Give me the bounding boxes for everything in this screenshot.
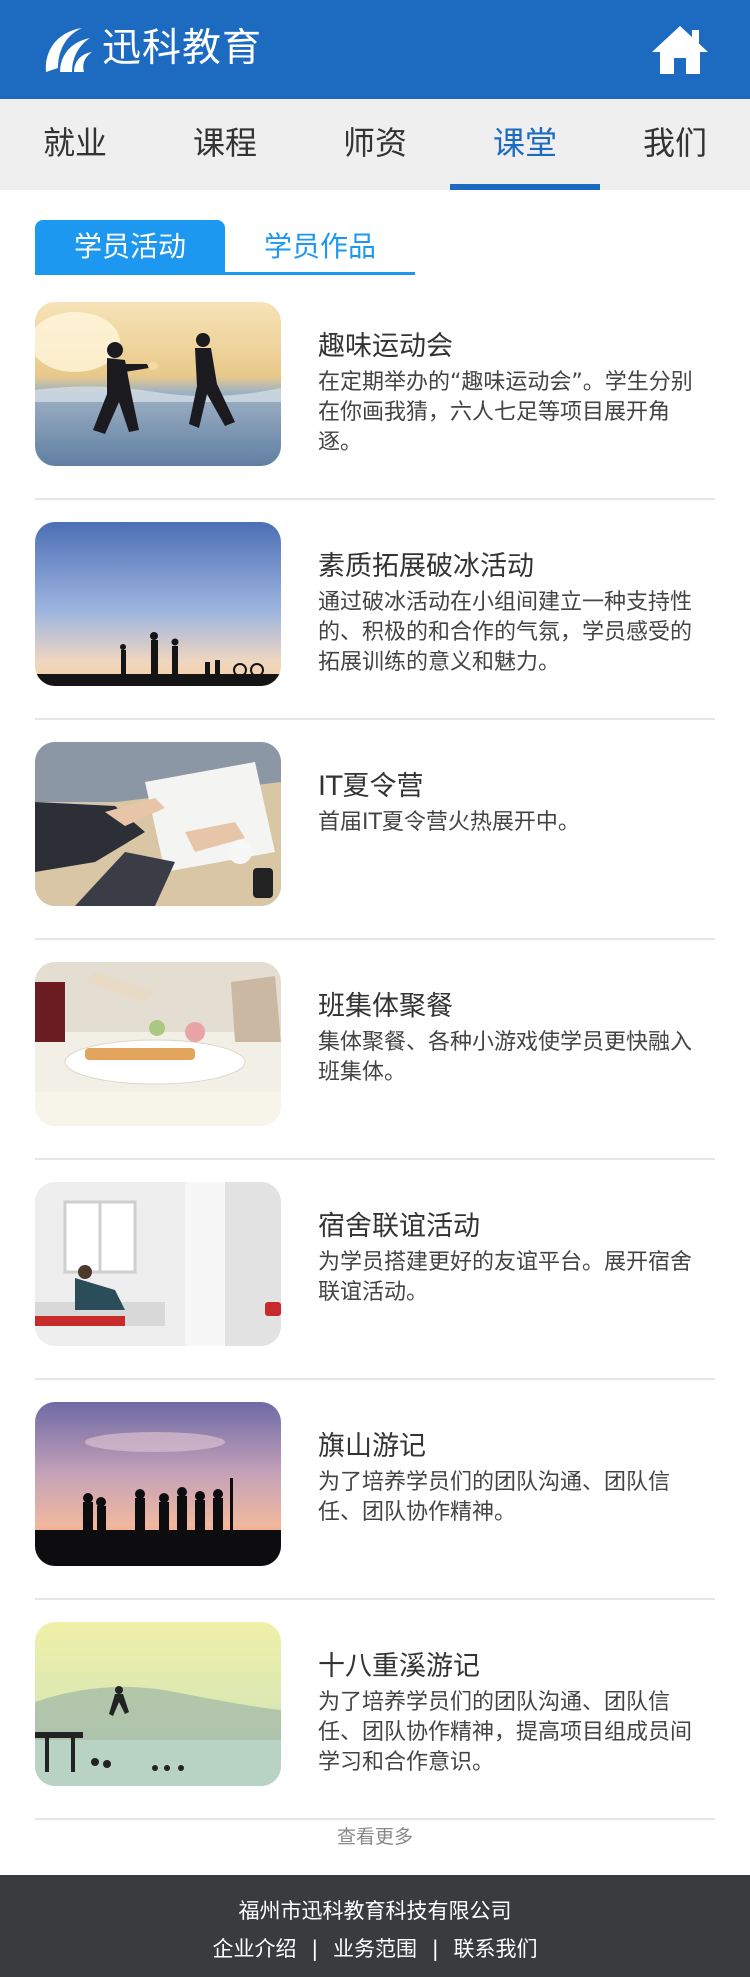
main-nav: 就业 课程 师资 课堂 我们 <box>0 99 750 190</box>
activity-thumbnail[interactable] <box>35 1402 281 1566</box>
nav-item-women[interactable]: 我们 <box>600 99 750 190</box>
app-header: 迅科教育 <box>0 0 750 99</box>
footer-separator: | <box>431 1937 439 1961</box>
activity-description: 通过破冰活动在小组间建立一种支持性的、积极的和合作的气氛，学员感受的拓展训练的意… <box>318 590 693 675</box>
activity-title[interactable]: 趣味运动会 <box>318 324 453 363</box>
list-item[interactable]: 趣味运动会 在定期举办的“趣味运动会”。学生分别在你画我猜，六人七足等项目展开角… <box>35 280 715 500</box>
activity-description: 首届IT夏令营火热展开中。 <box>318 810 580 835</box>
activity-title[interactable]: IT夏令营 <box>318 764 423 803</box>
list-item[interactable]: 素质拓展破冰活动 通过破冰活动在小组间建立一种支持性的、积极的和合作的气氛，学员… <box>35 500 715 720</box>
footer-links: 企业介绍 | 业务范围 | 联系我们 <box>0 1933 750 1963</box>
home-icon[interactable] <box>650 24 710 76</box>
footer-separator: | <box>311 1937 319 1961</box>
nav-item-ketang[interactable]: 课堂 <box>450 99 600 190</box>
swoosh-logo-icon[interactable] <box>38 22 92 76</box>
footer-link-services[interactable]: 业务范围 <box>333 1933 417 1963</box>
footer-link-contact[interactable]: 联系我们 <box>453 1933 537 1963</box>
activity-description: 集体聚餐、各种小游戏使学员更快融入班集体。 <box>318 1030 693 1085</box>
activity-description: 为了培养学员们的团队沟通、团队信任、团队协作精神。 <box>318 1470 671 1525</box>
activity-description: 为了培养学员们的团队沟通、团队信任、团队协作精神，提高项目组成员间学习和合作意识… <box>318 1690 693 1775</box>
activity-thumbnail[interactable] <box>35 1622 281 1786</box>
activity-thumbnail[interactable] <box>35 742 281 906</box>
sub-tabs: 学员活动 学员作品 <box>35 220 415 275</box>
activity-thumbnail[interactable] <box>35 962 281 1126</box>
activity-title[interactable]: 旗山游记 <box>318 1424 426 1463</box>
activity-title[interactable]: 素质拓展破冰活动 <box>318 544 534 583</box>
view-more-link[interactable]: 查看更多 <box>0 1822 750 1849</box>
activity-thumbnail[interactable] <box>35 302 281 466</box>
list-item[interactable]: 班集体聚餐 集体聚餐、各种小游戏使学员更快融入班集体。 <box>35 940 715 1160</box>
activity-thumbnail[interactable] <box>35 522 281 686</box>
footer-link-about[interactable]: 企业介绍 <box>213 1933 297 1963</box>
list-item[interactable]: 宿舍联谊活动 为学员搭建更好的友谊平台。展开宿舍联谊活动。 <box>35 1160 715 1380</box>
footer-company-name: 福州市迅科教育科技有限公司 <box>238 1899 512 1923</box>
activity-description: 在定期举办的“趣味运动会”。学生分别在你画我猜，六人七足等项目展开角逐。 <box>318 370 693 455</box>
nav-item-shizi[interactable]: 师资 <box>300 99 450 190</box>
page-footer: 福州市迅科教育科技有限公司 企业介绍 | 业务范围 | 联系我们 <box>0 1875 750 1977</box>
activity-thumbnail[interactable] <box>35 1182 281 1346</box>
activity-description: 为学员搭建更好的友谊平台。展开宿舍联谊活动。 <box>318 1250 693 1305</box>
brand-name: 迅科教育 <box>102 26 263 71</box>
activity-title[interactable]: 班集体聚餐 <box>318 984 453 1023</box>
activity-list: 趣味运动会 在定期举办的“趣味运动会”。学生分别在你画我猜，六人七足等项目展开角… <box>35 280 715 1820</box>
list-item[interactable]: 十八重溪游记 为了培养学员们的团队沟通、团队信任、团队协作精神，提高项目组成员间… <box>35 1600 715 1820</box>
nav-item-jiuye[interactable]: 就业 <box>0 99 150 190</box>
nav-item-kecheng[interactable]: 课程 <box>150 99 300 190</box>
activity-title[interactable]: 宿舍联谊活动 <box>318 1204 480 1243</box>
tab-student-activities[interactable]: 学员活动 <box>35 220 225 272</box>
list-item[interactable]: IT夏令营 首届IT夏令营火热展开中。 <box>35 720 715 940</box>
activity-title[interactable]: 十八重溪游记 <box>318 1644 480 1683</box>
list-item[interactable]: 旗山游记 为了培养学员们的团队沟通、团队信任、团队协作精神。 <box>35 1380 715 1600</box>
tab-student-works[interactable]: 学员作品 <box>225 220 415 272</box>
